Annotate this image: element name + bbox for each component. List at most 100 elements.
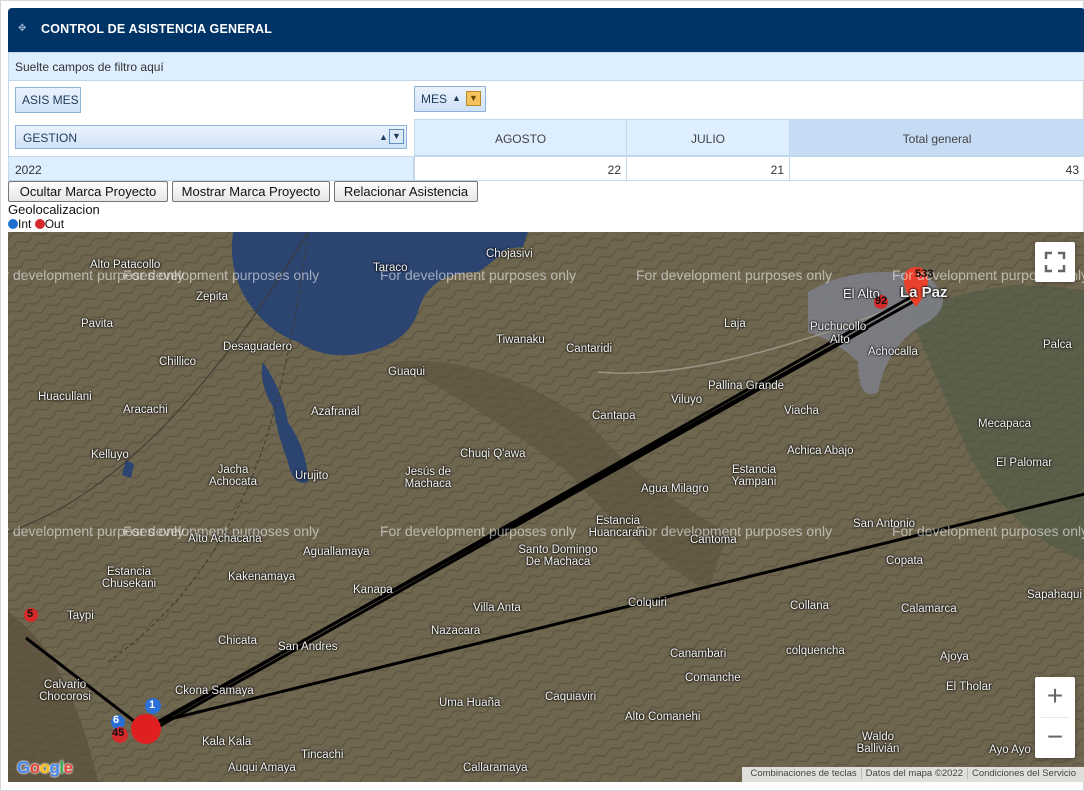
map-place-label: Achocalla — [868, 346, 918, 358]
map-place-label: Canambari — [670, 648, 727, 660]
map-place-label: Chillico — [159, 356, 197, 368]
app-frame: ✥ CONTROL DE ASISTENCIA GENERAL Suelte c… — [0, 0, 1084, 791]
dev-watermark: For development purposes only — [380, 523, 577, 539]
table-cell[interactable]: 22 — [414, 156, 627, 181]
map-place-label: Comanche — [685, 672, 741, 684]
map-place-label: Colquiri — [628, 597, 667, 609]
map-place-label: Ayo Ayo — [989, 744, 1031, 756]
column-header-agosto[interactable]: AGOSTO — [414, 119, 627, 156]
map-place-label: Palca — [1043, 339, 1072, 351]
relate-attendance-button[interactable]: Relacionar Asistencia — [334, 181, 478, 202]
map-place-label: Desaguadero — [223, 341, 293, 353]
hide-project-mark-button[interactable]: Ocultar Marca Proyecto — [8, 181, 168, 202]
map-place-label: Mecapaca — [978, 418, 1032, 430]
map-place-label: Kala Kala — [202, 736, 252, 748]
table-cell[interactable]: 21 — [626, 156, 790, 181]
map-place-label: Urujito — [295, 470, 329, 482]
map-place-label: Alto — [830, 334, 850, 346]
row-field-area: GESTION ▲ ▼ — [8, 119, 414, 156]
row-field-gestion[interactable]: GESTION ▲ ▼ — [15, 125, 407, 149]
zoom-out-button[interactable]: − — [1035, 718, 1075, 758]
filter-dropdown-icon[interactable]: ▼ — [466, 91, 481, 106]
map-place-label: San Andres — [278, 641, 338, 653]
map-place-label: Achica Abajo — [787, 445, 854, 457]
map-place-label: Calamarca — [901, 603, 957, 615]
filter-dropdown-icon[interactable]: ▼ — [389, 129, 404, 144]
map-place-label: Kakenamaya — [228, 571, 296, 583]
map-place-label: Tiwanaku — [496, 334, 545, 346]
map-place-label: Puchucollo — [810, 321, 867, 333]
map-place-label: Aguallamaya — [303, 546, 370, 558]
table-cell[interactable]: 43 — [789, 156, 1084, 181]
zoom-in-button[interactable]: + — [1035, 677, 1075, 717]
column-header-julio[interactable]: JULIO — [626, 119, 790, 156]
map-place-label: Pallina Grande — [708, 380, 785, 392]
map-place-label: Ckona Samaya — [175, 685, 254, 697]
column-field-mes[interactable]: MES ▲ ▼ — [414, 86, 486, 112]
terms-link[interactable]: Condiciones del Servicio — [966, 768, 1080, 779]
cluster-marker-label[interactable]: 6 — [113, 714, 119, 726]
map-place-label: Taraco — [373, 262, 408, 274]
column-header-label: AGOSTO — [494, 132, 547, 146]
map-place-label: Chicata — [218, 635, 257, 647]
dev-watermark: For development purposes only — [892, 523, 1084, 539]
cluster-marker-label[interactable]: 533 — [915, 268, 933, 280]
map-place-label: Villa Anta — [473, 602, 521, 614]
column-field-label: MES — [421, 92, 448, 106]
map-place-label: Callaramaya — [463, 762, 528, 774]
filter-drop-area[interactable]: Suelte campos de filtro aquí — [8, 52, 1084, 81]
fullscreen-button[interactable] — [1035, 242, 1075, 282]
pivot-grid: Suelte campos de filtro aquí ASIS MES ME… — [8, 52, 1084, 181]
show-project-mark-button[interactable]: Mostrar Marca Proyecto — [172, 181, 330, 202]
map-place-label: Aracachi — [123, 404, 168, 416]
row-header-label: 2022 — [15, 163, 42, 177]
cluster-marker-label[interactable]: 5 — [27, 608, 33, 620]
map-place-label: Agua Milagro — [641, 483, 709, 495]
map-place-label: Huacullani — [38, 391, 92, 403]
legend-dot-out — [34, 219, 45, 229]
map-place-label: Collana — [790, 600, 829, 612]
sort-ascending-icon[interactable]: ▲ — [379, 132, 388, 142]
map-place-label: Taypi — [67, 610, 94, 622]
panel-title: CONTROL DE ASISTENCIA GENERAL — [41, 22, 273, 36]
sort-ascending-icon[interactable]: ▲ — [452, 93, 461, 103]
map-place-label: La Paz — [900, 284, 948, 301]
move-handle-icon[interactable]: ✥ — [18, 24, 28, 34]
keyboard-shortcuts-link[interactable]: Combinaciones de teclas — [747, 768, 861, 779]
data-field-area: ASIS MES — [8, 81, 414, 119]
map-place-label: Jesús de Machaca — [404, 466, 452, 490]
map-place-label: Chojasivi — [486, 248, 533, 260]
data-field-asis-mes[interactable]: ASIS MES — [15, 87, 81, 113]
map-place-label: Alto Comanehi — [625, 711, 701, 723]
zoom-control: + − — [1035, 677, 1075, 758]
column-field-area: MES ▲ ▼ — [414, 81, 1084, 119]
map-legend: Int Out — [8, 217, 64, 231]
map-canvas[interactable]: For development purposes only For develo… — [8, 232, 1084, 782]
map-place-label: Sapahaqui — [1027, 589, 1082, 601]
map-place-label: Cantaridi — [566, 343, 613, 355]
map-place-label: Estancia Chusekani — [101, 566, 157, 590]
column-header-total[interactable]: Total general — [789, 119, 1084, 156]
map-place-label: Estancia Yampani — [731, 464, 777, 488]
map-place-label: Guaqui — [388, 366, 426, 378]
map-place-label: Uma Huaña — [439, 697, 501, 709]
map-place-label: Alto Achacana — [188, 533, 262, 545]
map-attribution: Combinaciones de teclas Datos del mapa ©2… — [741, 767, 1084, 782]
map-place-label: Cantapa — [592, 410, 636, 422]
cluster-marker-label[interactable]: 45 — [112, 727, 124, 739]
legend-label-out: Out — [44, 217, 65, 231]
map-place-label: Kelluyo — [91, 449, 129, 461]
legend-label-int: Int — [18, 217, 32, 231]
fullscreen-icon — [1044, 251, 1066, 273]
map-place-label: Copata — [886, 555, 924, 567]
map-place-label: Azafranal — [311, 406, 360, 418]
map-place-label: San Antonio — [853, 518, 916, 530]
cluster-marker-label[interactable]: 1 — [149, 699, 155, 711]
map-data-link[interactable]: Datos del mapa ©2022 — [860, 768, 967, 779]
map-place-label: Viluyo — [671, 394, 703, 406]
row-header-2022[interactable]: 2022 — [8, 156, 414, 181]
map-place-label: Pavita — [81, 318, 113, 330]
data-field-label: ASIS MES — [22, 93, 79, 107]
map-place-label: Chuqi Q'awa — [460, 448, 526, 460]
cluster-marker-label[interactable]: 92 — [875, 295, 887, 307]
